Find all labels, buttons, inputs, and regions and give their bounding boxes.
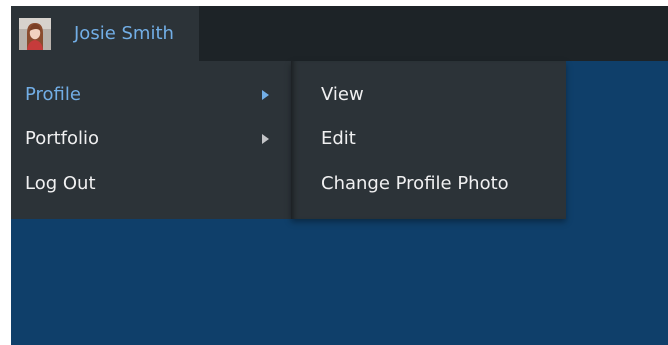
- profile-submenu: View Edit Change Profile Photo: [291, 61, 566, 219]
- menu-item-portfolio[interactable]: Portfolio: [11, 117, 291, 161]
- menu-item-label: Log Out: [25, 173, 96, 194]
- submenu-item-label: View: [321, 84, 364, 105]
- app-frame: Josie Smith Profile Portfolio Log Out Vi…: [11, 6, 668, 345]
- submenu-item-change-profile-photo[interactable]: Change Profile Photo: [291, 162, 566, 206]
- avatar-icon: [19, 18, 51, 50]
- submenu-item-view[interactable]: View: [291, 73, 566, 117]
- submenu-item-label: Change Profile Photo: [321, 173, 509, 194]
- menu-item-label: Profile: [25, 84, 81, 105]
- menu-item-log-out[interactable]: Log Out: [11, 162, 291, 206]
- menu-item-label: Portfolio: [25, 128, 100, 149]
- menu-item-profile[interactable]: Profile: [11, 73, 291, 117]
- user-dropdown-menu: Profile Portfolio Log Out: [11, 61, 291, 219]
- submenu-item-label: Edit: [321, 128, 356, 149]
- user-display-name: Josie Smith: [74, 23, 174, 44]
- submenu-arrow-icon: [262, 90, 269, 100]
- admin-bar: Josie Smith: [11, 6, 668, 61]
- submenu-arrow-icon: [262, 134, 269, 144]
- submenu-item-edit[interactable]: Edit: [291, 117, 566, 161]
- user-account-menu[interactable]: Josie Smith: [11, 6, 199, 61]
